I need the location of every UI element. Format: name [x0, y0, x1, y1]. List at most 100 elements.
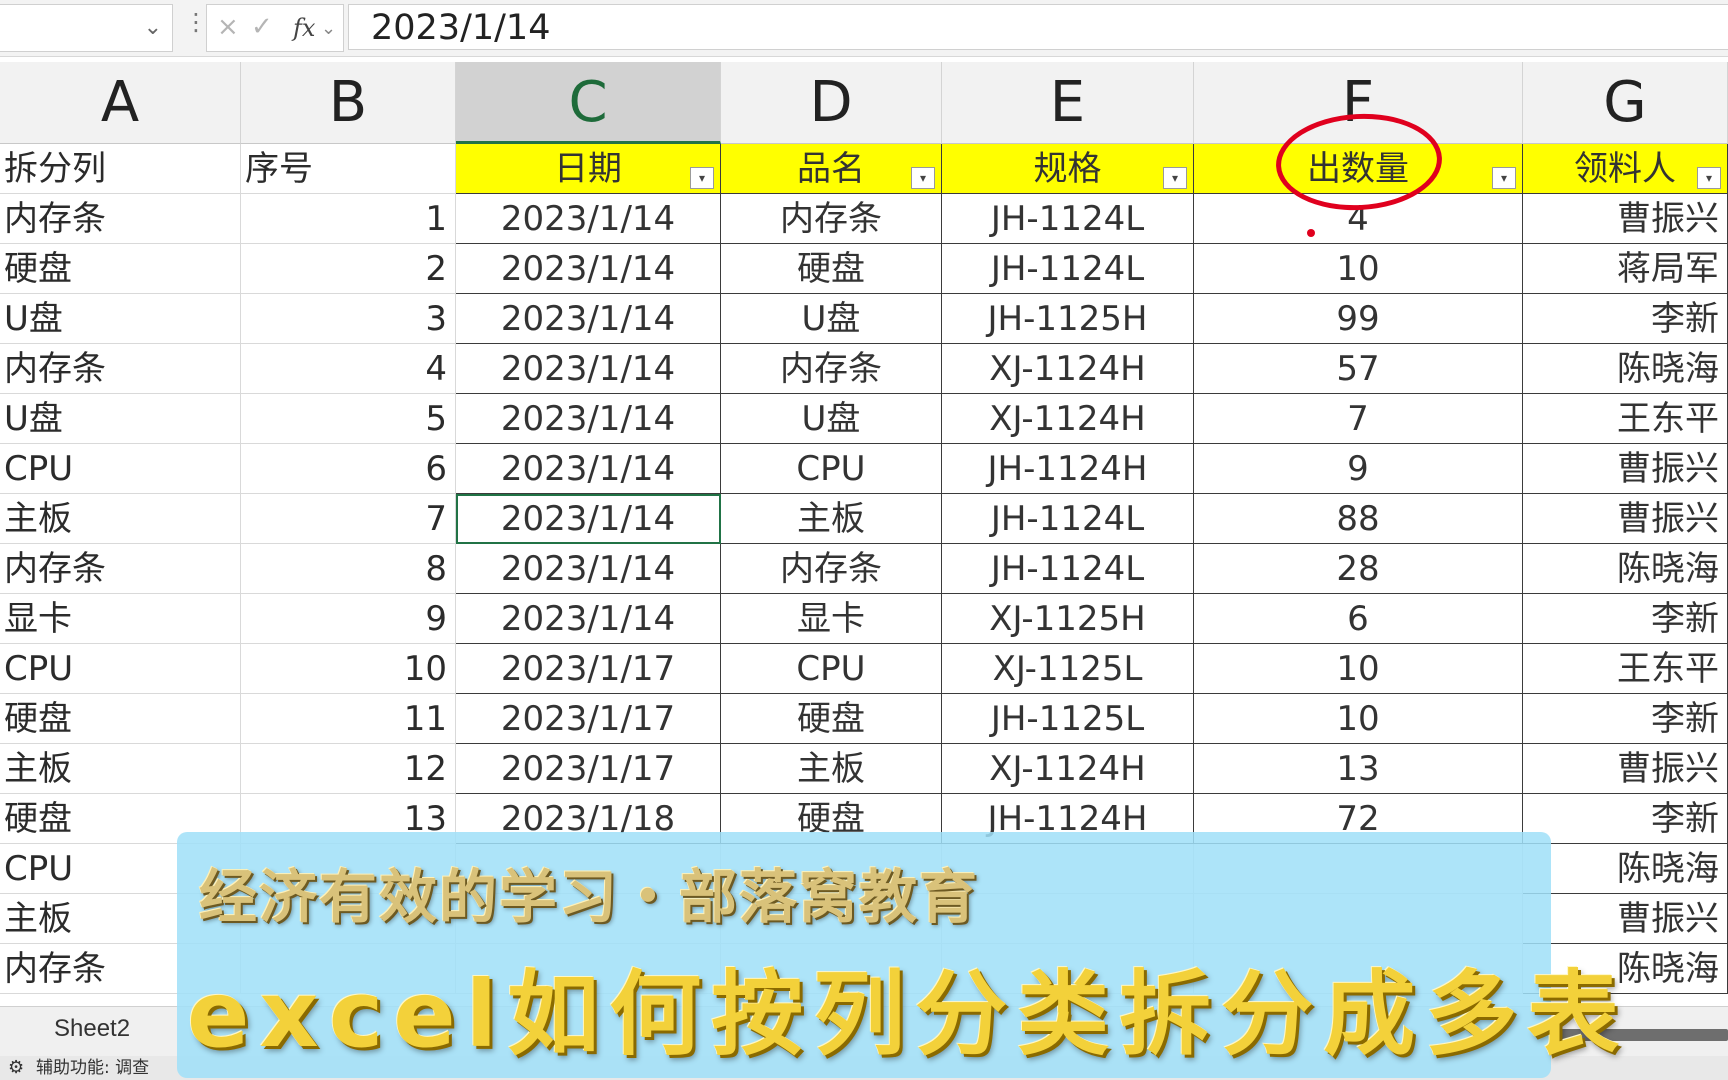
filter-dropdown-icon[interactable]: ▾ [1492, 167, 1516, 189]
header-cell-date[interactable]: 日期 ▾ [456, 144, 721, 194]
cell-date[interactable]: 2023/1/14 [456, 294, 721, 344]
filter-dropdown-icon[interactable]: ▾ [1697, 167, 1721, 189]
cell-date[interactable]: 2023/1/14 [456, 344, 721, 394]
cell-quantity[interactable]: 10 [1194, 694, 1523, 744]
cell-product[interactable]: 主板 [721, 744, 942, 794]
cell-spec[interactable]: XJ-1124H [942, 344, 1194, 394]
cell-receiver[interactable]: 陈晓海 [1523, 344, 1728, 394]
filter-dropdown-icon[interactable]: ▾ [911, 167, 935, 189]
column-header-g[interactable]: G [1523, 62, 1728, 144]
cell-product[interactable]: 内存条 [721, 544, 942, 594]
cell-date[interactable]: 2023/1/17 [456, 644, 721, 694]
cell-index[interactable]: 11 [241, 694, 456, 744]
cell-date[interactable]: 2023/1/14 [456, 244, 721, 294]
cell-receiver[interactable]: 李新 [1523, 694, 1728, 744]
cell-spec[interactable]: XJ-1124H [942, 394, 1194, 444]
insert-function-icon[interactable]: fx [293, 14, 315, 42]
chevron-down-icon[interactable]: ⌄ [144, 15, 162, 40]
cell-split-col[interactable]: 内存条 [0, 344, 241, 394]
cell-receiver[interactable]: 王东平 [1523, 644, 1728, 694]
cell-spec[interactable]: JH-1125H [942, 294, 1194, 344]
cell-product[interactable]: U盘 [721, 294, 942, 344]
cell-date[interactable]: 2023/1/14 [456, 594, 721, 644]
cell-split-col[interactable]: CPU [0, 644, 241, 694]
header-cell-split-col[interactable]: 拆分列 [0, 144, 241, 194]
cell-receiver[interactable]: 陈晓海 [1523, 544, 1728, 594]
cell-date[interactable]: 2023/1/14 [456, 494, 721, 544]
cell-spec[interactable]: JH-1124L [942, 544, 1194, 594]
cell-split-col[interactable]: 硬盘 [0, 694, 241, 744]
cell-split-col[interactable]: 主板 [0, 494, 241, 544]
cell-quantity[interactable]: 88 [1194, 494, 1523, 544]
cell-date[interactable]: 2023/1/14 [456, 394, 721, 444]
cell-date[interactable]: 2023/1/14 [456, 444, 721, 494]
cell-receiver[interactable]: 蒋局军 [1523, 244, 1728, 294]
cell-receiver[interactable]: 李新 [1523, 794, 1728, 844]
status-text[interactable]: 辅助功能: 调查 [36, 1056, 149, 1080]
more-options-icon[interactable]: ⋮ [184, 8, 208, 36]
cell-product[interactable]: 硬盘 [721, 694, 942, 744]
cell-date[interactable]: 2023/1/14 [456, 194, 721, 244]
cell-spec[interactable]: JH-1125L [942, 694, 1194, 744]
cell-index[interactable]: 2 [241, 244, 456, 294]
cell-index[interactable]: 7 [241, 494, 456, 544]
cell-spec[interactable]: JH-1124H [942, 444, 1194, 494]
cell-spec[interactable]: JH-1124L [942, 244, 1194, 294]
cell-spec[interactable]: JH-1124L [942, 194, 1194, 244]
cell-product[interactable]: 硬盘 [721, 244, 942, 294]
cell-quantity[interactable]: 9 [1194, 444, 1523, 494]
cell-receiver[interactable]: 王东平 [1523, 394, 1728, 444]
cell-index[interactable]: 5 [241, 394, 456, 444]
cell-quantity[interactable]: 7 [1194, 394, 1523, 444]
cell-spec[interactable]: XJ-1125H [942, 594, 1194, 644]
cell-index[interactable]: 1 [241, 194, 456, 244]
cell-quantity[interactable]: 10 [1194, 244, 1523, 294]
enter-icon[interactable]: ✓ [251, 12, 273, 42]
header-cell-product[interactable]: 品名 ▾ [721, 144, 942, 194]
cell-quantity[interactable]: 10 [1194, 644, 1523, 694]
cell-receiver[interactable]: 曹振兴 [1523, 194, 1728, 244]
cell-index[interactable]: 9 [241, 594, 456, 644]
header-cell-index[interactable]: 序号 [241, 144, 456, 194]
cell-receiver[interactable]: 曹振兴 [1523, 444, 1728, 494]
cell-quantity[interactable]: 28 [1194, 544, 1523, 594]
cell-index[interactable]: 3 [241, 294, 456, 344]
column-header-c[interactable]: C [456, 62, 721, 144]
cell-index[interactable]: 8 [241, 544, 456, 594]
cell-product[interactable]: 内存条 [721, 194, 942, 244]
cell-receiver[interactable]: 曹振兴 [1523, 744, 1728, 794]
cell-split-col[interactable]: CPU [0, 444, 241, 494]
cell-spec[interactable]: JH-1124L [942, 494, 1194, 544]
column-header-e[interactable]: E [942, 62, 1194, 144]
cell-date[interactable]: 2023/1/17 [456, 694, 721, 744]
cell-quantity[interactable]: 99 [1194, 294, 1523, 344]
cell-receiver[interactable]: 曹振兴 [1523, 894, 1728, 944]
cell-spec[interactable]: XJ-1124H [942, 744, 1194, 794]
column-header-a[interactable]: A [0, 62, 241, 144]
cell-split-col[interactable]: 显卡 [0, 594, 241, 644]
cell-index[interactable]: 4 [241, 344, 456, 394]
cell-product[interactable]: 主板 [721, 494, 942, 544]
cell-quantity[interactable]: 57 [1194, 344, 1523, 394]
cell-product[interactable]: U盘 [721, 394, 942, 444]
cell-product[interactable]: CPU [721, 444, 942, 494]
cell-date[interactable]: 2023/1/14 [456, 544, 721, 594]
filter-dropdown-icon[interactable]: ▾ [690, 167, 714, 189]
cell-split-col[interactable]: U盘 [0, 294, 241, 344]
cell-date[interactable]: 2023/1/17 [456, 744, 721, 794]
cell-receiver[interactable]: 李新 [1523, 294, 1728, 344]
cell-split-col[interactable]: 主板 [0, 744, 241, 794]
cell-product[interactable]: 内存条 [721, 344, 942, 394]
cell-split-col[interactable]: 内存条 [0, 544, 241, 594]
cell-receiver[interactable]: 曹振兴 [1523, 494, 1728, 544]
cell-quantity[interactable]: 13 [1194, 744, 1523, 794]
cell-product[interactable]: 显卡 [721, 594, 942, 644]
cell-index[interactable]: 10 [241, 644, 456, 694]
header-cell-receiver[interactable]: 领料人 ▾ [1523, 144, 1728, 194]
cell-index[interactable]: 6 [241, 444, 456, 494]
sheet-tab[interactable]: Sheet2 [54, 1015, 130, 1043]
header-cell-spec[interactable]: 规格 ▾ [942, 144, 1194, 194]
cell-index[interactable]: 12 [241, 744, 456, 794]
cell-split-col[interactable]: 硬盘 [0, 244, 241, 294]
column-header-d[interactable]: D [721, 62, 942, 144]
